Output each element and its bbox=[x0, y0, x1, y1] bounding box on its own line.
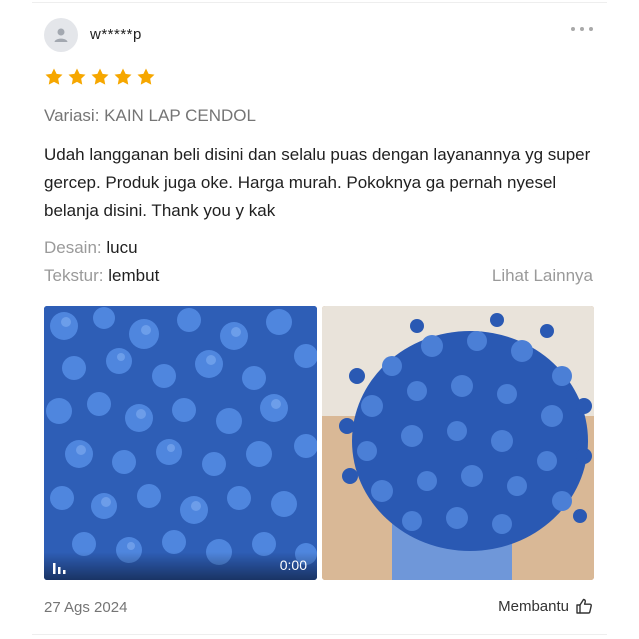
attribute-label: Desain: bbox=[44, 238, 102, 257]
more-dot bbox=[580, 27, 584, 31]
thumbs-up-icon bbox=[576, 598, 592, 614]
review-text: Udah langganan beli disini dan selalu pu… bbox=[44, 145, 591, 220]
top-divider bbox=[32, 2, 607, 3]
video-frame-image bbox=[44, 306, 317, 580]
more-dots-icon bbox=[571, 27, 575, 31]
star-icon bbox=[45, 68, 63, 85]
more-dot bbox=[589, 27, 593, 31]
avatar[interactable] bbox=[44, 18, 78, 52]
user-icon bbox=[54, 28, 68, 42]
product-photo-image bbox=[322, 306, 594, 580]
star-icon bbox=[114, 68, 132, 85]
video-duration: 0:00 bbox=[279, 557, 307, 573]
product-variant: Variasi: KAIN LAP CENDOL bbox=[44, 106, 256, 125]
attribute-value: lembut bbox=[108, 266, 160, 285]
reviewer-username: w*****p bbox=[90, 26, 142, 43]
star-icon bbox=[137, 68, 155, 85]
star-icon bbox=[91, 68, 109, 85]
more-options-button[interactable] bbox=[568, 20, 596, 36]
attribute-label: Tekstur: bbox=[44, 266, 104, 285]
review-photo-thumbnail[interactable] bbox=[322, 306, 594, 580]
helpful-button[interactable]: Membantu bbox=[498, 597, 593, 615]
star-rating bbox=[44, 67, 156, 87]
video-controls-bar: 0:00 bbox=[44, 552, 317, 580]
star-icon bbox=[68, 68, 86, 85]
bottom-divider bbox=[32, 634, 607, 635]
video-bars-icon bbox=[53, 563, 66, 574]
review-card: w*****p Variasi: KAIN LAP CENDOL Udah la… bbox=[0, 0, 639, 639]
review-date: 27 Ags 2024 bbox=[44, 599, 128, 616]
attribute-design: Desain: lucu bbox=[44, 238, 138, 258]
attribute-texture: Tekstur: lembut bbox=[44, 266, 159, 286]
see-more-link[interactable]: Lihat Lainnya bbox=[492, 266, 593, 286]
attribute-value: lucu bbox=[106, 238, 138, 257]
helpful-label: Membantu bbox=[498, 597, 569, 615]
review-video-thumbnail[interactable]: 0:00 bbox=[44, 306, 317, 580]
